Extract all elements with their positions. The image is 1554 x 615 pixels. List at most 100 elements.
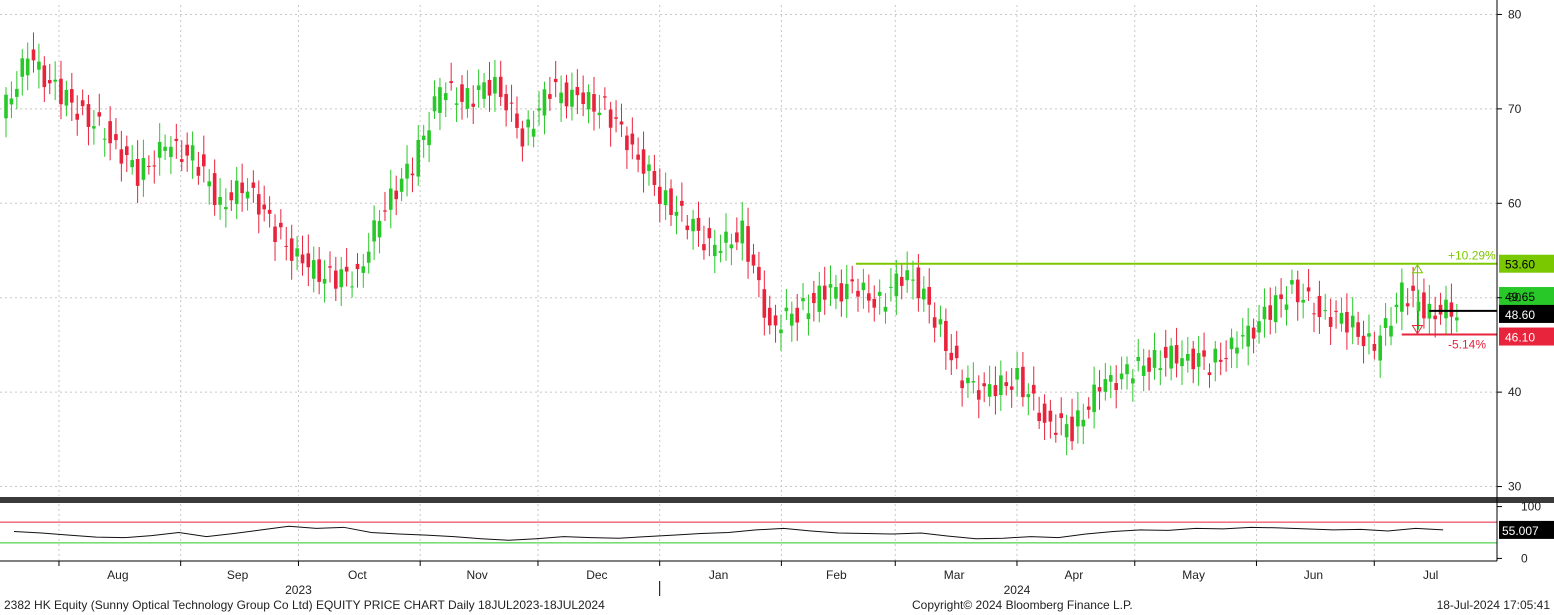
copyright-text: Copyright© 2024 Bloomberg Finance L.P. [912,598,1133,612]
candle-body [916,267,921,299]
candle-body [844,283,849,300]
candle-body [1180,358,1184,367]
candle-body [822,285,827,300]
year-label: 2023 [285,583,312,597]
candle-body [1081,419,1086,427]
candle-body [987,384,992,397]
candle-body [801,298,805,302]
candle-body [630,133,635,145]
timestamp: 18-Jul-2024 17:05:41 [1436,598,1550,612]
candle-body [1152,349,1157,368]
candle-body [1400,282,1404,312]
candle-body [1405,303,1410,307]
candle-body [493,76,497,94]
candle-body [1136,356,1141,362]
candle-body [1328,317,1333,327]
osc-last-label: 55.007 [1502,524,1539,538]
candle-body [663,190,668,206]
candle-body [482,82,486,99]
candle-body [581,92,585,105]
candle-body [355,263,360,270]
candle-body [92,126,96,129]
candle-body [1158,368,1163,371]
candle-body [53,79,57,82]
price-tick-label: 60 [1508,196,1522,210]
candle-body [966,377,970,384]
candle-body [147,165,151,167]
candle-body [680,200,684,206]
candle-body [718,250,723,253]
candle-body [334,270,338,289]
month-label: Sep [227,568,249,582]
candle-body [59,78,63,105]
price-tag-label: 53.60 [1505,258,1535,272]
candle-body [372,220,376,242]
candle-body [350,286,354,288]
candle-body [954,345,959,359]
candle-body [190,145,195,161]
candle-body [108,121,112,144]
candle-body [405,163,409,179]
candle-body [877,291,882,296]
candle-body [773,315,778,326]
candle-body [256,194,261,215]
candle-body [1306,287,1311,292]
candle-body [1383,318,1388,329]
candle-body [1131,378,1135,384]
candle-body [465,88,470,109]
candle-body [163,146,167,151]
candle-body [421,135,426,140]
candle-body [47,80,52,84]
candle-body [1224,358,1228,360]
candle-body [767,307,772,326]
candle-body [1059,413,1064,419]
candle-body [1213,348,1218,363]
month-label: Oct [348,568,367,582]
candle-body [449,81,453,83]
candle-body [157,141,162,158]
candle-body [1042,403,1047,423]
candle-body [454,103,459,105]
price-chart: +10.29%-5.14%53.6049.6548.6046.10 010055… [0,0,1554,597]
candle-body [1235,347,1239,354]
candle-body [1092,384,1096,413]
candle-body [42,65,47,88]
candle-body [471,103,476,107]
candle-body [899,276,904,286]
candle-body [86,104,91,127]
candle-body [526,119,530,128]
candle-body [279,222,283,228]
candle-body [1103,379,1108,392]
candle-body [1433,315,1437,320]
candle-body [531,128,536,137]
candle-body [839,283,844,302]
candle-body [1389,325,1393,337]
candle-body [724,231,728,243]
candle-body [229,192,234,201]
candle-body [1273,295,1278,323]
candle-body [1141,365,1146,376]
candle-body [399,178,404,192]
candle-body [608,109,613,128]
candle-body [114,134,118,141]
candle-body [932,317,937,328]
candle-body [64,89,69,106]
candle-body [394,190,398,200]
price-tag-label: 48.60 [1505,308,1535,322]
candle-body [938,319,943,325]
candle-body [515,113,519,128]
candle-body [240,182,244,194]
candle-body [460,84,464,102]
candle-body [1125,364,1129,375]
candle-body [795,307,800,323]
candle-body [636,154,640,160]
month-label: Jan [709,568,728,582]
candle-body [1251,327,1256,339]
candle-body [218,196,222,205]
panel-divider-bar [0,497,1554,503]
candle-body [751,254,756,266]
downside-annotation: -5.14% [1448,338,1486,352]
candle-body [1097,387,1102,392]
candle-body [487,79,492,96]
candle-body [509,102,514,104]
